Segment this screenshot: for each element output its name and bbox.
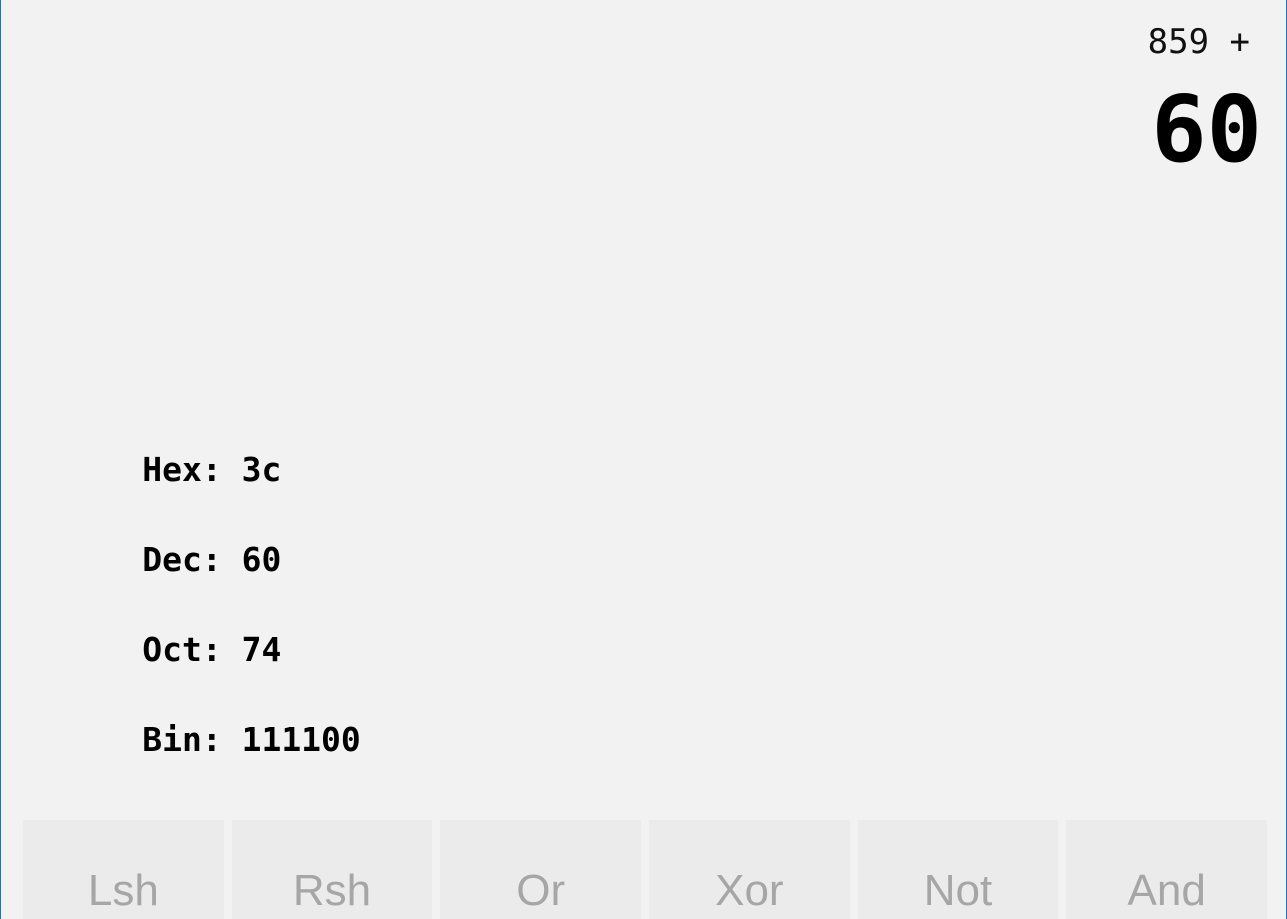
hex-value: 3c	[241, 450, 282, 489]
oct-label: Oct:	[142, 630, 222, 669]
bin-label: Bin:	[142, 720, 222, 759]
lsh-button[interactable]: Lsh	[23, 820, 224, 919]
result-display: 60	[1151, 76, 1262, 183]
expression-display: 859 +	[1147, 22, 1250, 62]
dec-value: 60	[241, 540, 282, 579]
oct-value: 74	[241, 630, 282, 669]
dec-label: Dec:	[142, 540, 222, 579]
bin-value: 111100	[241, 720, 361, 759]
hex-label: Hex:	[142, 450, 222, 489]
hex-row[interactable]: Hex: 3c	[23, 398, 361, 489]
and-button[interactable]: And	[1066, 820, 1268, 919]
bitwise-operator-row: Lsh Rsh Or Xor Not And	[23, 820, 1268, 919]
base-conversions: Hex: 3c Dec: 60 Oct: 74 Bin: 111100	[23, 398, 361, 759]
rsh-button[interactable]: Rsh	[231, 820, 433, 919]
xor-button[interactable]: Xor	[649, 820, 850, 919]
calculator-window: 859 + 60 Hex: 3c Dec: 60 Oct: 74 Bin: 11…	[0, 0, 1287, 919]
or-button[interactable]: Or	[440, 820, 642, 919]
not-button[interactable]: Not	[857, 820, 1059, 919]
